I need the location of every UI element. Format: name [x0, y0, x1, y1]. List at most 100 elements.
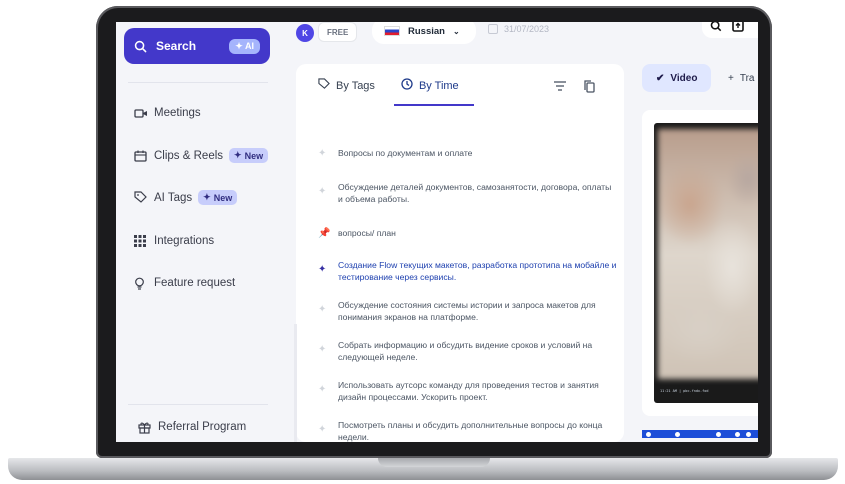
plus-icon: +: [728, 72, 734, 84]
sparkle-icon: ✦: [318, 304, 327, 315]
plan-badge: FREE: [318, 22, 358, 42]
app-screen: Search ✦ AI Meetings Clips & Reels ✦ New …: [116, 22, 758, 442]
search-icon: [134, 39, 148, 53]
sidebar-item-label: Meetings: [154, 107, 201, 119]
sidebar-item-label: Integrations: [154, 235, 215, 247]
topic-text: Использовать аутсорс команду для проведе…: [338, 380, 599, 402]
pin-icon: 📌: [318, 228, 331, 239]
language-label: Russian: [408, 25, 445, 37]
tab-label: By Time: [418, 79, 459, 92]
topic-text: Вопросы по документам и оплате: [338, 148, 473, 158]
tab-by-tags[interactable]: By Tags: [318, 78, 375, 93]
russia-flag-icon: [384, 26, 400, 36]
video-frame-image: [658, 129, 758, 379]
tag-icon: [134, 191, 148, 205]
meeting-date: 31/07/2023: [488, 24, 549, 34]
video-icon: [134, 106, 148, 120]
clips-icon: [134, 149, 148, 163]
sidebar-item-meetings[interactable]: Meetings: [134, 106, 201, 120]
clock-icon: [401, 78, 413, 93]
video-player[interactable]: 11:21 AM | pbc-fndx-fod: [654, 123, 758, 403]
timeline-marker[interactable]: [746, 431, 751, 437]
tab-video[interactable]: ✔ Video: [642, 64, 712, 92]
timeline-marker[interactable]: [716, 431, 721, 437]
new-badge-label: New: [213, 192, 233, 203]
grid-icon: [134, 234, 148, 248]
topic-item[interactable]: ✦ Использовать аутсорс команду для прове…: [318, 380, 618, 403]
panel-actions: [554, 80, 595, 96]
sparkle-icon: ✦: [318, 148, 327, 159]
avatar-initials: K: [302, 28, 308, 38]
sparkle-icon: ✦: [318, 384, 327, 395]
check-icon: ✔: [656, 72, 665, 84]
sidebar-item-label: Referral Program: [158, 421, 247, 433]
new-badge-label: New: [244, 150, 264, 161]
language-select[interactable]: Russian ⌄: [372, 22, 476, 44]
lightbulb-icon: [134, 276, 148, 290]
sparkle-icon: ✦: [318, 344, 327, 355]
laptop-notch: [378, 458, 490, 467]
topic-text: Создание Flow текущих макетов, разработк…: [338, 260, 617, 282]
tab-label: By Tags: [336, 79, 375, 92]
sidebar-item-feature-request[interactable]: Feature request: [134, 276, 235, 290]
sparkle-icon: ✦: [318, 264, 327, 275]
sidebar-divider: [128, 404, 268, 405]
sparkle-icon: ✦: [318, 186, 327, 197]
sidebar-divider: [128, 82, 268, 83]
panel-tabs: By Tags By Time: [318, 78, 459, 93]
ai-badge[interactable]: ✦ AI: [229, 38, 260, 54]
active-tab-indicator: [394, 104, 474, 106]
sparkle-icon: ✦: [203, 192, 211, 202]
filter-icon[interactable]: [554, 80, 566, 96]
topics-panel: By Tags By Time ✦ Вопросы по документам …: [296, 64, 624, 442]
sidebar-item-label: AI Tags: [154, 191, 193, 204]
date-label: 31/07/2023: [504, 24, 550, 34]
topic-item[interactable]: ✦ Вопросы по документам и оплате: [318, 148, 618, 160]
search-label: Search: [156, 39, 197, 53]
tab-transcript[interactable]: + Tra: [728, 64, 754, 92]
export-icon[interactable]: [732, 22, 744, 35]
timeline-marker[interactable]: [735, 431, 740, 437]
sidebar-item-integrations[interactable]: Integrations: [134, 234, 214, 248]
sidebar-item-clips-reels[interactable]: Clips & Reels ✦ New: [134, 148, 269, 163]
topic-item[interactable]: ✦ Собрать информацию и обсудить видение …: [318, 340, 618, 363]
new-badge: ✦ New: [229, 148, 269, 163]
topic-text: Посмотреть планы и обсудить дополнительн…: [338, 420, 603, 442]
timeline-marker[interactable]: [675, 431, 680, 437]
topic-text: Обсуждение деталей документов, самозанят…: [338, 182, 612, 204]
avatar[interactable]: K: [296, 24, 314, 42]
sparkle-icon: ✦: [234, 150, 242, 160]
tab-by-time[interactable]: By Time: [401, 78, 459, 93]
sidebar-item-referral-program[interactable]: Referral Program: [138, 420, 246, 434]
topic-item[interactable]: ✦ Посмотреть планы и обсудить дополнител…: [318, 420, 618, 442]
sidebar-item-label: Clips & Reels: [154, 149, 224, 162]
panel-scroll-track: [294, 324, 297, 442]
sidebar-item-label: Feature request: [154, 277, 236, 289]
topic-text: вопросы/ план: [338, 228, 396, 238]
topic-text: Обсуждение состояния системы истории и з…: [338, 300, 596, 322]
topic-item[interactable]: ✦ Обсуждение состояния системы истории и…: [318, 300, 618, 323]
sparkle-icon: ✦: [318, 424, 327, 435]
calendar-icon: [488, 24, 498, 34]
ai-badge-label: AI: [245, 40, 254, 51]
new-badge: ✦ New: [198, 190, 238, 205]
video-timeline[interactable]: [642, 430, 758, 438]
topic-item[interactable]: 📌 вопросы/ план: [318, 228, 618, 240]
tab-label: Tra: [739, 72, 755, 84]
tag-icon: [318, 78, 330, 93]
timeline-marker[interactable]: [646, 431, 651, 437]
video-caption: 11:21 AM | pbc-fndx-fod: [660, 389, 709, 393]
search-icon[interactable]: [710, 22, 722, 35]
chevron-down-icon: ⌄: [452, 26, 460, 36]
tab-label: Video: [670, 72, 698, 84]
sidebar: Search ✦ AI Meetings Clips & Reels ✦ New …: [116, 22, 272, 442]
search-button[interactable]: Search ✦ AI: [124, 28, 270, 64]
topic-text: Собрать информацию и обсудить видение ср…: [338, 340, 593, 362]
top-actions: [702, 22, 758, 38]
copy-icon[interactable]: [584, 80, 595, 96]
plan-badge-label: FREE: [327, 27, 349, 37]
topic-item[interactable]: ✦ Обсуждение деталей документов, самозан…: [318, 182, 618, 205]
gift-icon: [138, 420, 152, 434]
sidebar-item-ai-tags[interactable]: AI Tags ✦ New: [134, 190, 238, 205]
topic-item-active[interactable]: ✦ Создание Flow текущих макетов, разрабо…: [318, 260, 618, 283]
